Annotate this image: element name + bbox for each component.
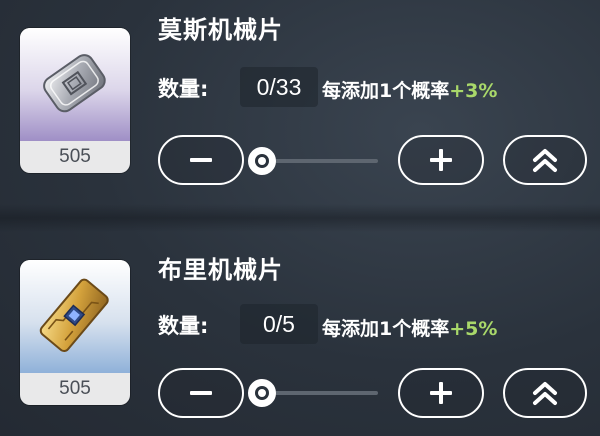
minus-icon <box>190 391 212 395</box>
rate-info: 每添加1个概率+5% <box>322 314 497 341</box>
row-divider <box>0 204 600 232</box>
item-count-badge: 505 <box>59 378 91 399</box>
item-title: 布里机械片 <box>158 256 283 284</box>
quantity-slider[interactable] <box>244 135 398 185</box>
silver-mechanical-chip-icon <box>20 28 130 141</box>
quantity-value: 0/5 <box>240 304 318 344</box>
increase-button[interactable] <box>398 135 484 185</box>
decrease-button[interactable] <box>158 135 244 185</box>
slider-track <box>262 391 378 395</box>
item-title: 莫斯机械片 <box>158 16 283 44</box>
plus-icon <box>430 149 452 171</box>
rate-info: 每添加1个概率+3% <box>322 76 497 103</box>
quantity-label: 数量: <box>158 77 209 101</box>
quantity-slider[interactable] <box>244 367 398 417</box>
double-chevron-up-icon <box>533 382 557 405</box>
max-button[interactable] <box>503 135 587 185</box>
slider-handle[interactable] <box>248 147 276 175</box>
rate-text: 每添加1个概率 <box>322 318 450 340</box>
slider-track <box>262 159 378 163</box>
increase-button[interactable] <box>398 368 484 418</box>
max-button[interactable] <box>503 368 587 418</box>
rate-text: 每添加1个概率 <box>322 80 450 102</box>
material-row-buli: 505 布里机械片 数量: 0/5 每添加1个概率+5% <box>0 232 600 436</box>
item-card[interactable]: 505 <box>20 260 130 405</box>
material-row-mos: 505 莫斯机械片 数量: 0/33 每添加1个概率+3% <box>0 0 600 204</box>
slider-handle[interactable] <box>248 379 276 407</box>
item-count-badge: 505 <box>59 146 91 167</box>
rate-bonus: +3% <box>449 80 498 102</box>
decrease-button[interactable] <box>158 368 244 418</box>
item-card[interactable]: 505 <box>20 28 130 173</box>
quantity-label: 数量: <box>158 314 209 338</box>
rate-bonus: +5% <box>449 318 498 340</box>
double-chevron-up-icon <box>533 149 557 172</box>
plus-icon <box>430 382 452 404</box>
minus-icon <box>190 158 212 162</box>
gold-mechanical-chip-icon <box>20 260 130 373</box>
quantity-value: 0/33 <box>240 67 318 107</box>
